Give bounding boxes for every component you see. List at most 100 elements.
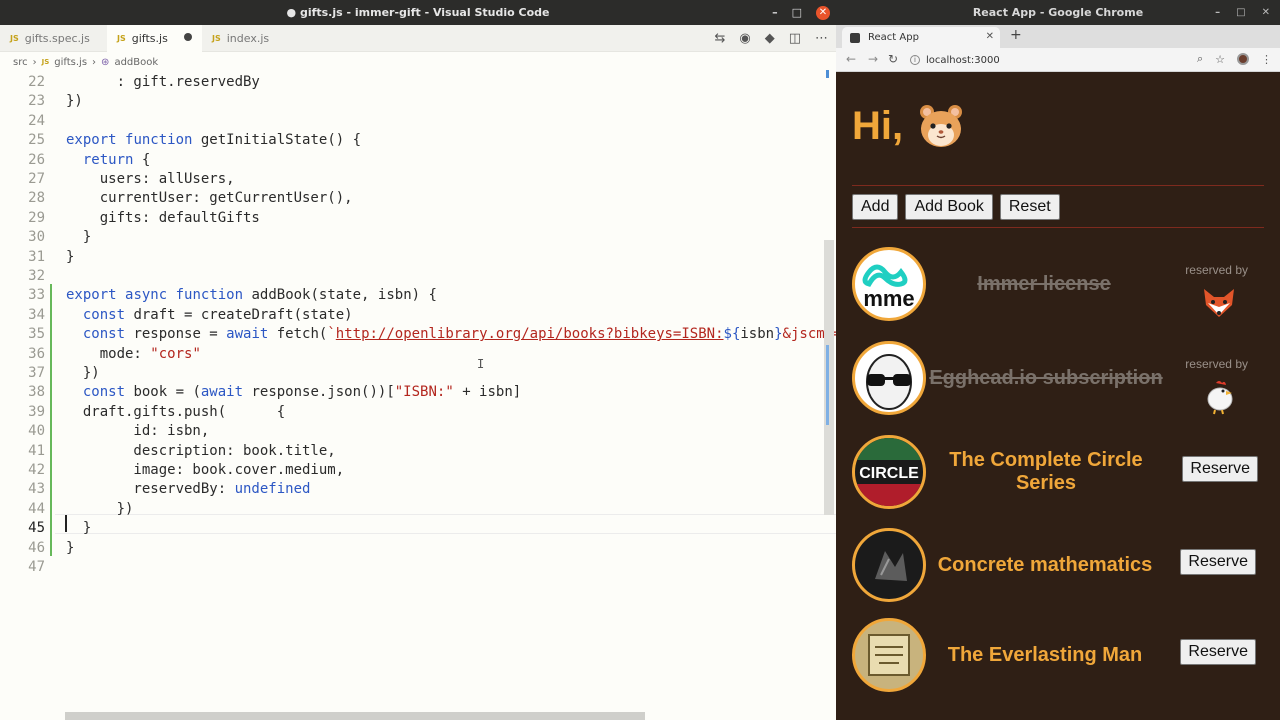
address-bar[interactable]: i localhost:3000	[910, 51, 1230, 69]
line-number: 35	[28, 326, 45, 343]
code-line[interactable]: 30 }	[0, 228, 836, 247]
js-file-icon: JS	[10, 34, 19, 43]
breadcrumb-file[interactable]: gifts.js	[54, 57, 87, 68]
maximize-icon[interactable]: □	[792, 6, 802, 19]
reserved-by-label: reserved by	[1185, 263, 1248, 277]
compare-icon[interactable]: ⇆	[714, 31, 725, 46]
line-number: 31	[28, 248, 45, 265]
git-icon[interactable]: ◆	[765, 31, 775, 46]
code-line[interactable]: 36 mode: "cors"	[0, 345, 836, 364]
line-number: 46	[28, 539, 45, 556]
code-text: }	[66, 520, 92, 537]
code-line[interactable]: 41 description: book.title,	[0, 442, 836, 461]
chrome-window: React App - Google Chrome – □ ✕ React Ap…	[836, 0, 1280, 720]
maximize-icon[interactable]: □	[1236, 7, 1245, 18]
code-text: : gift.reservedBy	[66, 74, 260, 90]
minimize-icon[interactable]: –	[772, 6, 778, 19]
greeting-text: Hi,	[852, 103, 904, 148]
code-line[interactable]: 38 const book = (await response.json())[…	[0, 383, 836, 402]
gift-item: The Everlasting Man Reserve	[852, 618, 1264, 694]
code-line[interactable]: 44 })	[0, 500, 836, 519]
code-line[interactable]: 32	[0, 267, 836, 286]
chicken-icon	[1207, 381, 1233, 415]
code-line[interactable]: 23})	[0, 92, 836, 111]
code-text: const draft = createDraft(state)	[82, 306, 353, 323]
add-button[interactable]: Add	[852, 194, 899, 220]
add-book-button[interactable]: Add Book	[905, 194, 993, 220]
tab-label: gifts.js	[131, 32, 168, 45]
line-number: 36	[28, 345, 45, 362]
code-editor[interactable]: I 22 : gift.reservedBy 23}) 24 25 export fun…	[0, 72, 836, 712]
preview-icon[interactable]: ◉	[739, 31, 750, 46]
code-text: })	[66, 93, 83, 110]
minimap-marker	[826, 70, 829, 78]
new-tab-icon[interactable]: +	[1010, 27, 1022, 43]
code-text: draft.gifts.push( {	[66, 403, 286, 420]
code-text: const book = (await response.json())["IS…	[82, 384, 522, 401]
code-line[interactable]: 43 reservedBy: undefined	[0, 480, 836, 499]
line-number: 23	[28, 93, 45, 110]
more-actions-icon[interactable]: ⋯	[815, 31, 828, 46]
code-text: mode: "cors"	[66, 345, 201, 362]
code-text: }	[66, 248, 75, 265]
breadcrumb-folder[interactable]: src	[13, 57, 28, 68]
tab-gifts-spec[interactable]: JS gifts.spec.js	[0, 25, 107, 52]
line-number: 34	[28, 306, 45, 323]
code-line[interactable]: 33 export async function addBook(state, i…	[0, 286, 836, 305]
code-line[interactable]: 29 gifts: defaultGifts	[0, 209, 836, 228]
line-number: 41	[28, 442, 45, 459]
code-text: })	[66, 365, 100, 381]
forward-icon[interactable]: →	[868, 52, 878, 66]
code-line[interactable]: 24	[0, 112, 836, 131]
unsaved-dot-icon[interactable]	[184, 33, 192, 41]
line-number: 38	[28, 384, 45, 401]
code-line[interactable]: 47	[0, 558, 836, 577]
info-icon[interactable]: i	[910, 55, 920, 65]
browser-tabstrip: React App ✕ +	[836, 25, 1280, 48]
code-line[interactable]: 42 image: book.cover.medium,	[0, 461, 836, 480]
code-line[interactable]: 40 id: isbn,	[0, 422, 836, 441]
bookmark-star-icon[interactable]: ☆	[1215, 53, 1225, 66]
tab-index[interactable]: JS index.js	[202, 25, 292, 52]
code-line[interactable]: 39 draft.gifts.push( {	[0, 403, 836, 422]
reload-icon[interactable]: ↻	[888, 52, 898, 66]
code-line[interactable]: 27 users: allUsers,	[0, 170, 836, 189]
minimize-icon[interactable]: –	[1215, 7, 1220, 18]
chrome-titlebar: React App - Google Chrome – □ ✕	[836, 0, 1280, 25]
code-text: const response = await fetch(`http://ope…	[82, 326, 836, 343]
breadcrumb-symbol[interactable]: addBook	[114, 57, 158, 68]
close-icon[interactable]: ✕	[816, 5, 830, 20]
code-line[interactable]: 31}	[0, 248, 836, 267]
browser-tab[interactable]: React App ✕	[842, 27, 1000, 48]
url-text: localhost:3000	[926, 54, 1000, 66]
back-icon[interactable]: ←	[846, 52, 856, 66]
close-tab-icon[interactable]: ✕	[986, 31, 994, 42]
tab-gifts[interactable]: JS gifts.js	[107, 25, 202, 52]
code-line[interactable]: 46}	[0, 539, 836, 558]
code-line[interactable]: 34 const draft = createDraft(state)	[0, 306, 836, 325]
gift-image: mme	[852, 247, 926, 321]
symbol-icon: ⊛	[101, 56, 110, 68]
close-icon[interactable]: ✕	[1262, 7, 1270, 18]
code-line[interactable]: 22 : gift.reservedBy	[0, 73, 836, 92]
gift-image	[852, 341, 926, 415]
code-line[interactable]: 45 }	[0, 519, 836, 538]
reserve-button[interactable]: Reserve	[1182, 456, 1258, 482]
breadcrumb: src › JS gifts.js › ⊛ addBook	[0, 52, 836, 72]
code-line[interactable]: 26 return {	[0, 151, 836, 170]
code-line[interactable]: 35 const response = await fetch(`http://…	[0, 325, 836, 344]
gift-description: Concrete mathematics	[937, 554, 1153, 576]
split-editor-icon[interactable]: ◫	[789, 31, 801, 46]
gift-description: Egghead.io subscription	[929, 367, 1163, 389]
menu-icon[interactable]: ⋮	[1261, 53, 1272, 66]
code-line[interactable]: 28 currentUser: getCurrentUser(),	[0, 189, 836, 208]
horizontal-scrollbar[interactable]	[65, 712, 645, 720]
reset-button[interactable]: Reset	[999, 194, 1060, 220]
reserve-button[interactable]: Reserve	[1180, 549, 1256, 575]
code-line[interactable]: 37 })	[0, 364, 836, 383]
tab-label: gifts.spec.js	[24, 32, 90, 45]
reserve-button[interactable]: Reserve	[1180, 639, 1256, 665]
zoom-icon[interactable]: ⌕	[1197, 52, 1203, 66]
code-line[interactable]: 25 export function getInitialState() {	[0, 131, 836, 150]
profile-avatar[interactable]	[1237, 53, 1249, 65]
